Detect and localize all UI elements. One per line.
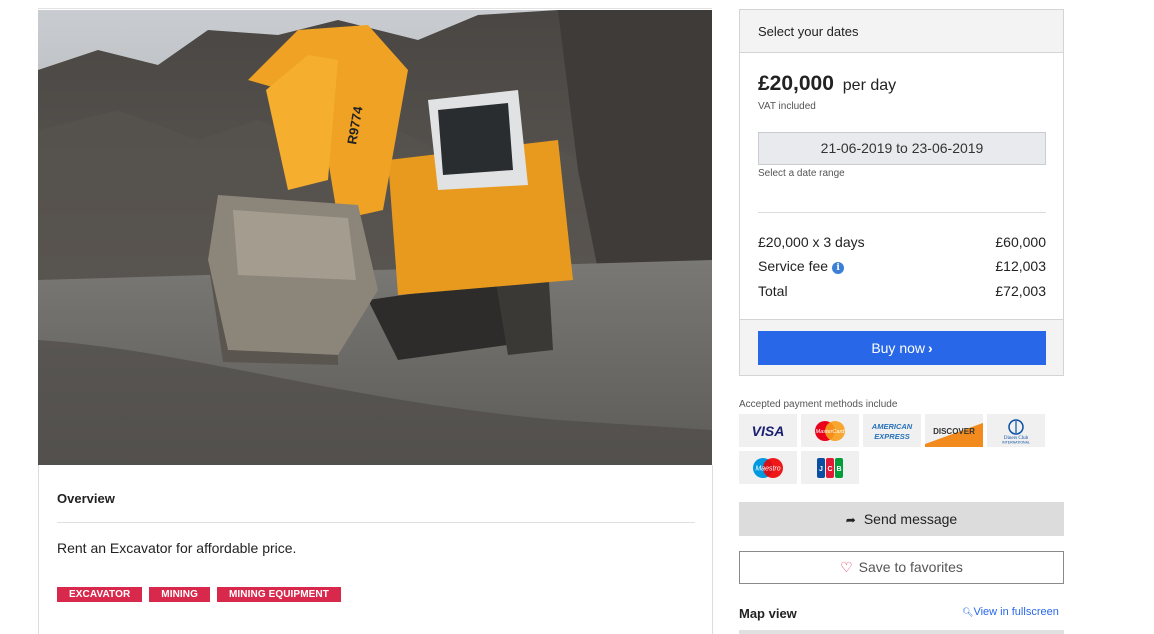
map-view-title: Map view <box>739 606 797 621</box>
tag-list: EXCAVATOR MINING MINING EQUIPMENT <box>57 587 341 602</box>
visa-icon: VISA <box>739 414 797 447</box>
save-to-favorites-label: Save to favorites <box>858 559 963 575</box>
subtotal-label: £20,000 x 3 days <box>758 234 865 250</box>
magnifier-icon: 🔍︎ <box>962 607 974 617</box>
top-divider <box>38 8 712 9</box>
svg-text:AMERICAN: AMERICAN <box>871 422 913 431</box>
discover-icon: DISCOVER <box>925 414 983 447</box>
overview-divider <box>57 522 695 523</box>
svg-text:Maestro: Maestro <box>755 465 780 472</box>
chevron-right-icon: › <box>928 340 933 356</box>
svg-text:B: B <box>836 466 841 473</box>
overview-panel: Overview Rent an Excavator for affordabl… <box>38 465 713 634</box>
total-row: Total £72,003 <box>758 283 1046 299</box>
listing-photo[interactable]: R9774 <box>38 10 712 465</box>
payment-methods-label: Accepted payment methods include <box>739 399 898 410</box>
buy-now-button[interactable]: Buy now › <box>758 331 1046 365</box>
booking-header: Select your dates <box>740 10 1063 53</box>
buy-now-label: Buy now <box>871 340 926 356</box>
svg-text:MasterCard: MasterCard <box>816 429 846 435</box>
view-fullscreen-link[interactable]: 🔍︎View in fullscreen <box>962 606 1059 618</box>
svg-text:C: C <box>827 466 832 473</box>
date-range-hint: Select a date range <box>758 168 845 179</box>
svg-text:VISA: VISA <box>752 423 785 439</box>
mastercard-icon: MasterCard <box>801 414 859 447</box>
overview-title: Overview <box>57 491 115 506</box>
listing-description: Rent an Excavator for affordable price. <box>57 540 297 556</box>
diners-club-icon: Diners Club INTERNATIONAL <box>987 414 1045 447</box>
service-fee-value: £12,003 <box>995 258 1046 274</box>
subtotal-row: £20,000 x 3 days £60,000 <box>758 234 1046 250</box>
service-fee-label: Service fee <box>758 258 829 274</box>
send-message-label: Send message <box>863 511 958 527</box>
heart-icon: ♡ <box>840 559 853 575</box>
svg-text:INTERNATIONAL: INTERNATIONAL <box>1002 440 1030 444</box>
total-label: Total <box>758 283 788 299</box>
svg-text:J: J <box>819 466 823 473</box>
price-unit: per day <box>842 77 897 94</box>
send-message-button[interactable]: ➦ Send message <box>739 502 1064 536</box>
svg-text:DISCOVER: DISCOVER <box>933 427 975 436</box>
save-to-favorites-button[interactable]: ♡ Save to favorites <box>739 551 1064 584</box>
info-icon[interactable]: i <box>832 262 845 274</box>
tag-mining[interactable]: MINING <box>149 587 210 602</box>
booking-card: Select your dates £20,000 per day VAT in… <box>739 9 1064 376</box>
share-arrow-icon: ➦ <box>845 513 856 527</box>
total-value: £72,003 <box>995 283 1046 299</box>
vat-note: VAT included <box>758 101 816 112</box>
maestro-icon: Maestro <box>739 451 797 484</box>
date-range-input[interactable]: 21-06-2019 to 23-06-2019 <box>758 132 1046 165</box>
svg-text:EXPRESS: EXPRESS <box>874 432 909 441</box>
map-preview[interactable] <box>739 630 1064 634</box>
tag-excavator[interactable]: EXCAVATOR <box>57 587 143 602</box>
booking-footer: Buy now › <box>740 319 1063 375</box>
payment-methods-grid: VISA MasterCard AMERICAN EXPRESS DISCOVER… <box>739 414 1049 484</box>
american-express-icon: AMERICAN EXPRESS <box>863 414 921 447</box>
service-fee-row: Service fee i £12,003 <box>758 258 1046 274</box>
price-divider <box>758 212 1046 213</box>
price-value: £20,000 <box>758 72 834 95</box>
jcb-icon: JCB <box>801 451 859 484</box>
subtotal-value: £60,000 <box>995 234 1046 250</box>
daily-price: £20,000 per day <box>758 72 896 96</box>
tag-mining-equipment[interactable]: MINING EQUIPMENT <box>217 587 341 602</box>
view-fullscreen-label: View in fullscreen <box>973 606 1059 618</box>
